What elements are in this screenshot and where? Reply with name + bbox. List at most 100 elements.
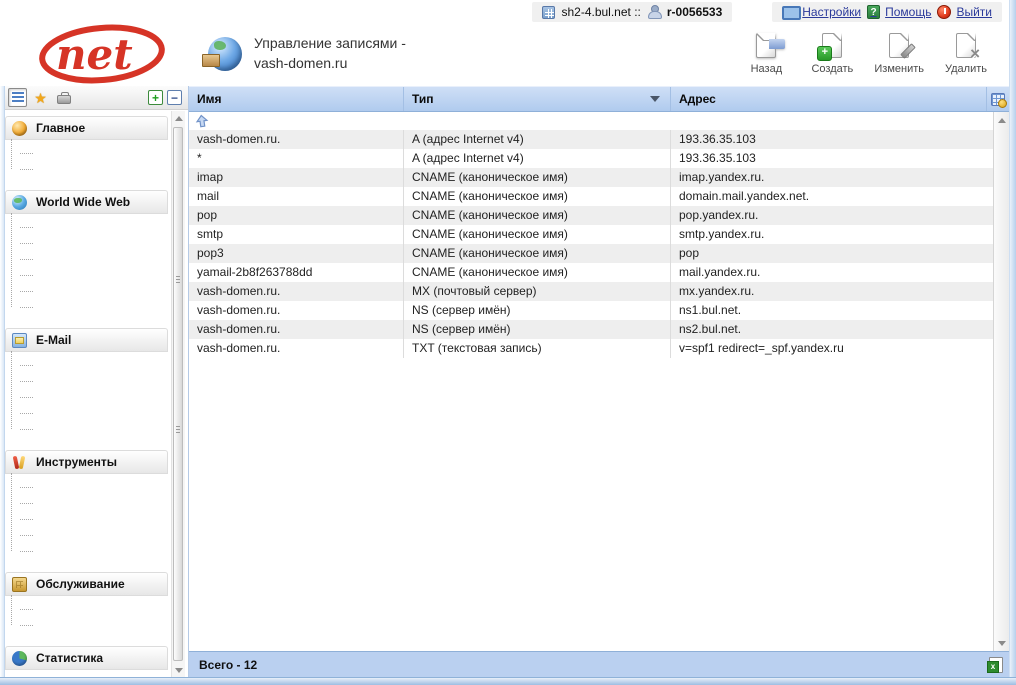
cell-type: CNAME (каноническое имя): [404, 225, 671, 244]
excel-export-icon[interactable]: [989, 657, 1003, 673]
email-icon: [12, 333, 27, 348]
collapse-all-button[interactable]: −: [167, 90, 182, 105]
cell-name: imap: [189, 168, 404, 187]
table-rows: vash-domen.ru. A (адрес Internet v4) 193…: [189, 130, 993, 358]
rows-wrap: vash-domen.ru. A (адрес Internet v4) 193…: [189, 112, 993, 358]
logout-power-icon: [937, 5, 951, 19]
sidebar-section-header[interactable]: E-Mail: [5, 328, 168, 352]
pie-chart-icon: [12, 651, 27, 666]
table-row[interactable]: pop3 CNAME (каноническое имя) pop: [189, 244, 993, 263]
favorites-view-button[interactable]: ★: [31, 88, 50, 107]
table-row[interactable]: mail CNAME (каноническое имя) domain.mai…: [189, 187, 993, 206]
cell-type: MX (почтовый сервер): [404, 282, 671, 301]
cell-name: *: [189, 149, 404, 168]
table-settings-icon[interactable]: [991, 93, 1005, 106]
table-row[interactable]: vash-domen.ru. A (адрес Internet v4) 193…: [189, 130, 993, 149]
sidebar-section-title: Инструменты: [36, 455, 117, 469]
cell-type: A (адрес Internet v4): [404, 149, 671, 168]
topbar-links-group: Настройки ? Помощь Выйти: [772, 2, 1002, 22]
table-scroll-down-button[interactable]: [994, 635, 1009, 651]
sidebar-sections: Главное: [5, 116, 168, 676]
table-row[interactable]: yamail-2b8f263788dd CNAME (каноническое …: [189, 263, 993, 282]
column-header-name[interactable]: Имя: [189, 87, 404, 111]
cell-name: mail: [189, 187, 404, 206]
cell-address: 193.36.35.103: [671, 149, 993, 168]
table-row[interactable]: imap CNAME (каноническое имя) imap.yande…: [189, 168, 993, 187]
list-view-button[interactable]: [8, 88, 27, 107]
topbar-link[interactable]: ? Помощь: [867, 5, 931, 19]
sidebar-item: [13, 299, 168, 315]
cell-type: CNAME (каноническое имя): [404, 168, 671, 187]
table-row[interactable]: vash-domen.ru. NS (сервер имён) ns1.bul.…: [189, 301, 993, 320]
logo-text: net: [56, 30, 133, 79]
table-row[interactable]: * A (адрес Internet v4) 193.36.35.103: [189, 149, 993, 168]
tasks-view-button[interactable]: [54, 88, 73, 107]
table-row[interactable]: vash-domen.ru. MX (почтовый сервер) mx.y…: [189, 282, 993, 301]
cell-address: mail.yandex.ru.: [671, 263, 993, 282]
column-header-type[interactable]: Тип: [404, 87, 671, 111]
scroll-down-button[interactable]: [172, 663, 185, 677]
sidebar-section-header[interactable]: Инструменты: [5, 450, 168, 474]
sidebar-section-title: Статистика: [36, 651, 103, 665]
cell-address: ns2.bul.net.: [671, 320, 993, 339]
main: ★ + − Главное: [0, 86, 1016, 677]
cell-address: ns1.bul.net.: [671, 301, 993, 320]
sidebar-scrollbar-thumb[interactable]: [173, 127, 183, 661]
cell-address: pop: [671, 244, 993, 263]
sort-dropdown-icon[interactable]: [650, 96, 660, 102]
table-header: Имя Тип Адрес: [189, 86, 1009, 112]
topbar-link[interactable]: Выйти: [937, 5, 992, 19]
table-scroll-up-button[interactable]: [994, 112, 1009, 128]
maintenance-icon: [12, 577, 27, 592]
cell-address: smtp.yandex.ru.: [671, 225, 993, 244]
cell-type: TXT (текстовая запись): [404, 339, 671, 358]
toolbar-button-label: Назад: [751, 63, 783, 75]
sidebar-scrollbar[interactable]: [171, 111, 185, 677]
sidebar-item: [13, 421, 168, 437]
expand-all-button[interactable]: +: [148, 90, 163, 105]
sidebar-item: [13, 251, 168, 267]
table-body: vash-domen.ru. A (адрес Internet v4) 193…: [189, 112, 1009, 651]
cell-name: vash-domen.ru.: [189, 130, 404, 149]
column-header-address[interactable]: Адрес: [671, 87, 987, 111]
sidebar-item: [13, 267, 168, 283]
sidebar-section-header[interactable]: Обслуживание: [5, 572, 168, 596]
sidebar-section-header[interactable]: World Wide Web: [5, 190, 168, 214]
table-scrollbar[interactable]: [993, 112, 1009, 651]
sidebar-item: [13, 161, 168, 177]
net-logo: net: [22, 24, 172, 87]
table-row[interactable]: vash-domen.ru. NS (сервер имён) ns2.bul.…: [189, 320, 993, 339]
sidebar-section-title: E-Mail: [36, 333, 71, 347]
sidebar-section-items: [5, 352, 168, 438]
scroll-down-icon: [998, 641, 1006, 646]
column-settings-cell: [987, 87, 1009, 111]
cell-name: pop3: [189, 244, 404, 263]
thumb-grip: [176, 276, 180, 285]
cell-type: CNAME (каноническое имя): [404, 206, 671, 225]
sidebar-section-header[interactable]: Статистика: [5, 646, 168, 670]
table-footer: Всего - 12: [189, 651, 1009, 677]
cell-type: CNAME (каноническое имя): [404, 187, 671, 206]
sidebar-section-items: [5, 140, 168, 178]
toolbar-button[interactable]: Изменить: [870, 28, 928, 77]
sidebar-section: E-Mail: [5, 328, 168, 438]
topbar-link-label: Настройки: [802, 5, 861, 19]
sidebar-body: Главное: [0, 110, 188, 677]
thumb-grip: [176, 426, 180, 435]
sidebar-section-title: Главное: [36, 121, 85, 135]
sidebar-item: [13, 235, 168, 251]
cell-address: 193.36.35.103: [671, 130, 993, 149]
server-host: sh2-4.bul.net ::: [561, 5, 640, 19]
table-row[interactable]: smtp CNAME (каноническое имя) smtp.yande…: [189, 225, 993, 244]
toolbar-button[interactable]: Удалить: [938, 28, 994, 77]
cell-address: pop.yandex.ru.: [671, 206, 993, 225]
edit-page-pencil-icon: [889, 33, 909, 58]
toolbar-button[interactable]: Назад: [738, 28, 794, 77]
sidebar-section-items: [5, 596, 168, 634]
toolbar-button[interactable]: Создать: [804, 28, 860, 77]
topbar-link[interactable]: Настройки: [782, 5, 861, 19]
table-row[interactable]: pop CNAME (каноническое имя) pop.yandex.…: [189, 206, 993, 225]
table-row[interactable]: vash-domen.ru. TXT (текстовая запись) v=…: [189, 339, 993, 358]
scroll-up-button[interactable]: [172, 111, 185, 125]
sidebar-section-header[interactable]: Главное: [5, 116, 168, 140]
